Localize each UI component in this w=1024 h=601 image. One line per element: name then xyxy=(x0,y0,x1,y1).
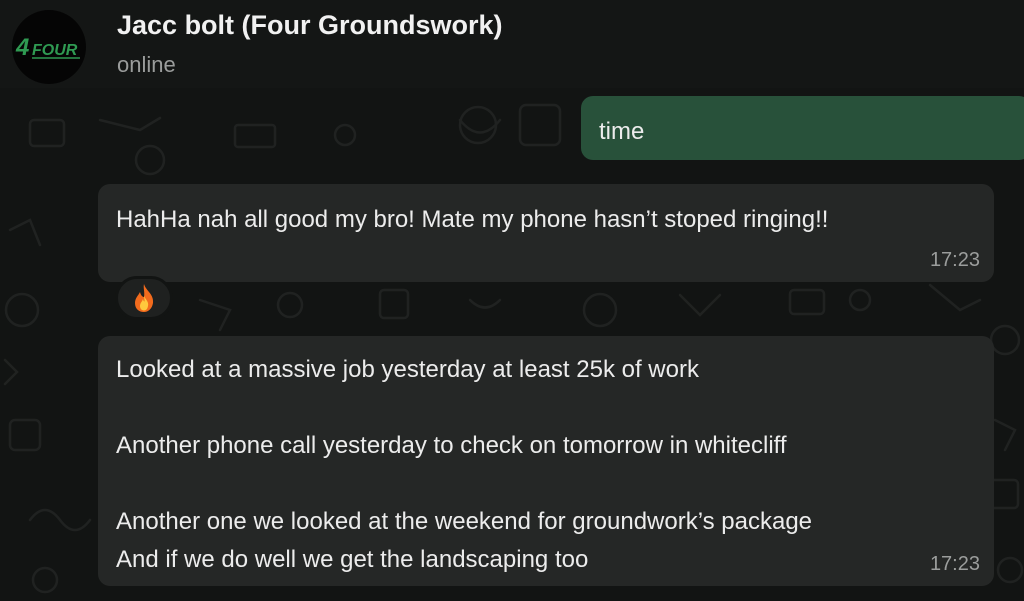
contact-name: Jacc bolt (Four Groundswork) xyxy=(117,10,503,40)
chat-window: 4 FOUR Jacc bolt (Four Groundswork) onli… xyxy=(0,0,1024,601)
message-text: time xyxy=(599,118,645,145)
message-text-line: Another phone call yesterday to check on… xyxy=(116,432,787,459)
incoming-message-bubble[interactable]: Looked at a massive job yesterday at lea… xyxy=(98,336,994,586)
svg-text:FOUR: FOUR xyxy=(32,42,78,59)
fire-emoji-icon xyxy=(135,284,154,312)
message-timestamp: 17:23 xyxy=(929,553,980,575)
incoming-message-bubble[interactable]: HahHa nah all good my bro! Mate my phone… xyxy=(98,184,994,282)
message-text-line: Looked at a massive job yesterday at lea… xyxy=(116,356,699,383)
message-text-line: And if we do well we get the landscaping… xyxy=(116,546,589,573)
svg-text:4: 4 xyxy=(15,34,29,61)
four-groundswork-logo: 4 FOUR xyxy=(15,34,80,61)
message-reaction[interactable] xyxy=(115,276,173,320)
message-text-line: Another one we looked at the weekend for… xyxy=(116,508,813,535)
contact-status: online xyxy=(117,52,176,77)
chat-header[interactable]: 4 FOUR Jacc bolt (Four Groundswork) onli… xyxy=(0,0,1024,88)
message-timestamp: 17:23 xyxy=(929,249,980,271)
outgoing-message-bubble[interactable]: time xyxy=(581,96,1024,160)
contact-avatar[interactable]: 4 FOUR xyxy=(12,10,86,84)
message-text: HahHa nah all good my bro! Mate my phone… xyxy=(116,206,829,233)
